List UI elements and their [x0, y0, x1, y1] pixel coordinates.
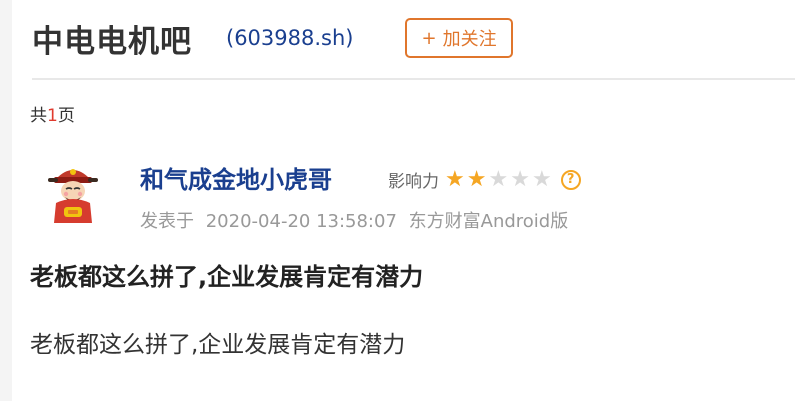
- caishen-avatar-icon[interactable]: [46, 163, 100, 225]
- page-count-number: 1: [47, 106, 58, 126]
- post-meta: 发表于 2020-04-20 13:58:07 东方财富Android版: [140, 207, 568, 233]
- star-icon: ★: [531, 166, 552, 192]
- header-divider: [32, 78, 795, 80]
- star-icon: ★: [466, 166, 487, 192]
- influence-label: 影响力: [388, 172, 439, 192]
- star-icon: ★: [445, 166, 465, 192]
- post-title: 老板都这么拼了,企业发展肯定有潜力: [30, 263, 424, 291]
- post-source: 东方财富Android版: [408, 211, 569, 232]
- page-count-prefix: 共: [30, 106, 47, 126]
- header: 中电电机吧 (603988.sh) + 加关注: [32, 14, 513, 62]
- page: 中电电机吧 (603988.sh) + 加关注 共1页 和气成金地小虎哥 影响力: [12, 0, 795, 401]
- plus-icon: +: [421, 27, 437, 49]
- follow-button-label: 加关注: [442, 29, 497, 50]
- page-count: 共1页: [30, 101, 75, 126]
- follow-button[interactable]: + 加关注: [405, 18, 513, 58]
- star-icon: ★: [510, 166, 530, 192]
- stock-code[interactable]: (603988.sh): [226, 26, 353, 50]
- post-body: 老板都这么拼了,企业发展肯定有潜力: [30, 332, 406, 358]
- author-name[interactable]: 和气成金地小虎哥: [140, 160, 332, 195]
- star-icon: ★: [488, 166, 509, 192]
- posted-time: 2020-04-20 13:58:07: [205, 211, 397, 232]
- posted-prefix: 发表于: [140, 211, 194, 232]
- question-circle-icon[interactable]: ?: [560, 169, 581, 190]
- page-count-suffix: 页: [57, 106, 75, 126]
- influence-stars: ★ ★ ★ ★ ★: [445, 166, 552, 192]
- influence-rating: 影响力 ★ ★ ★ ★ ★ ?: [388, 167, 581, 192]
- bar-title[interactable]: 中电电机吧: [32, 16, 192, 61]
